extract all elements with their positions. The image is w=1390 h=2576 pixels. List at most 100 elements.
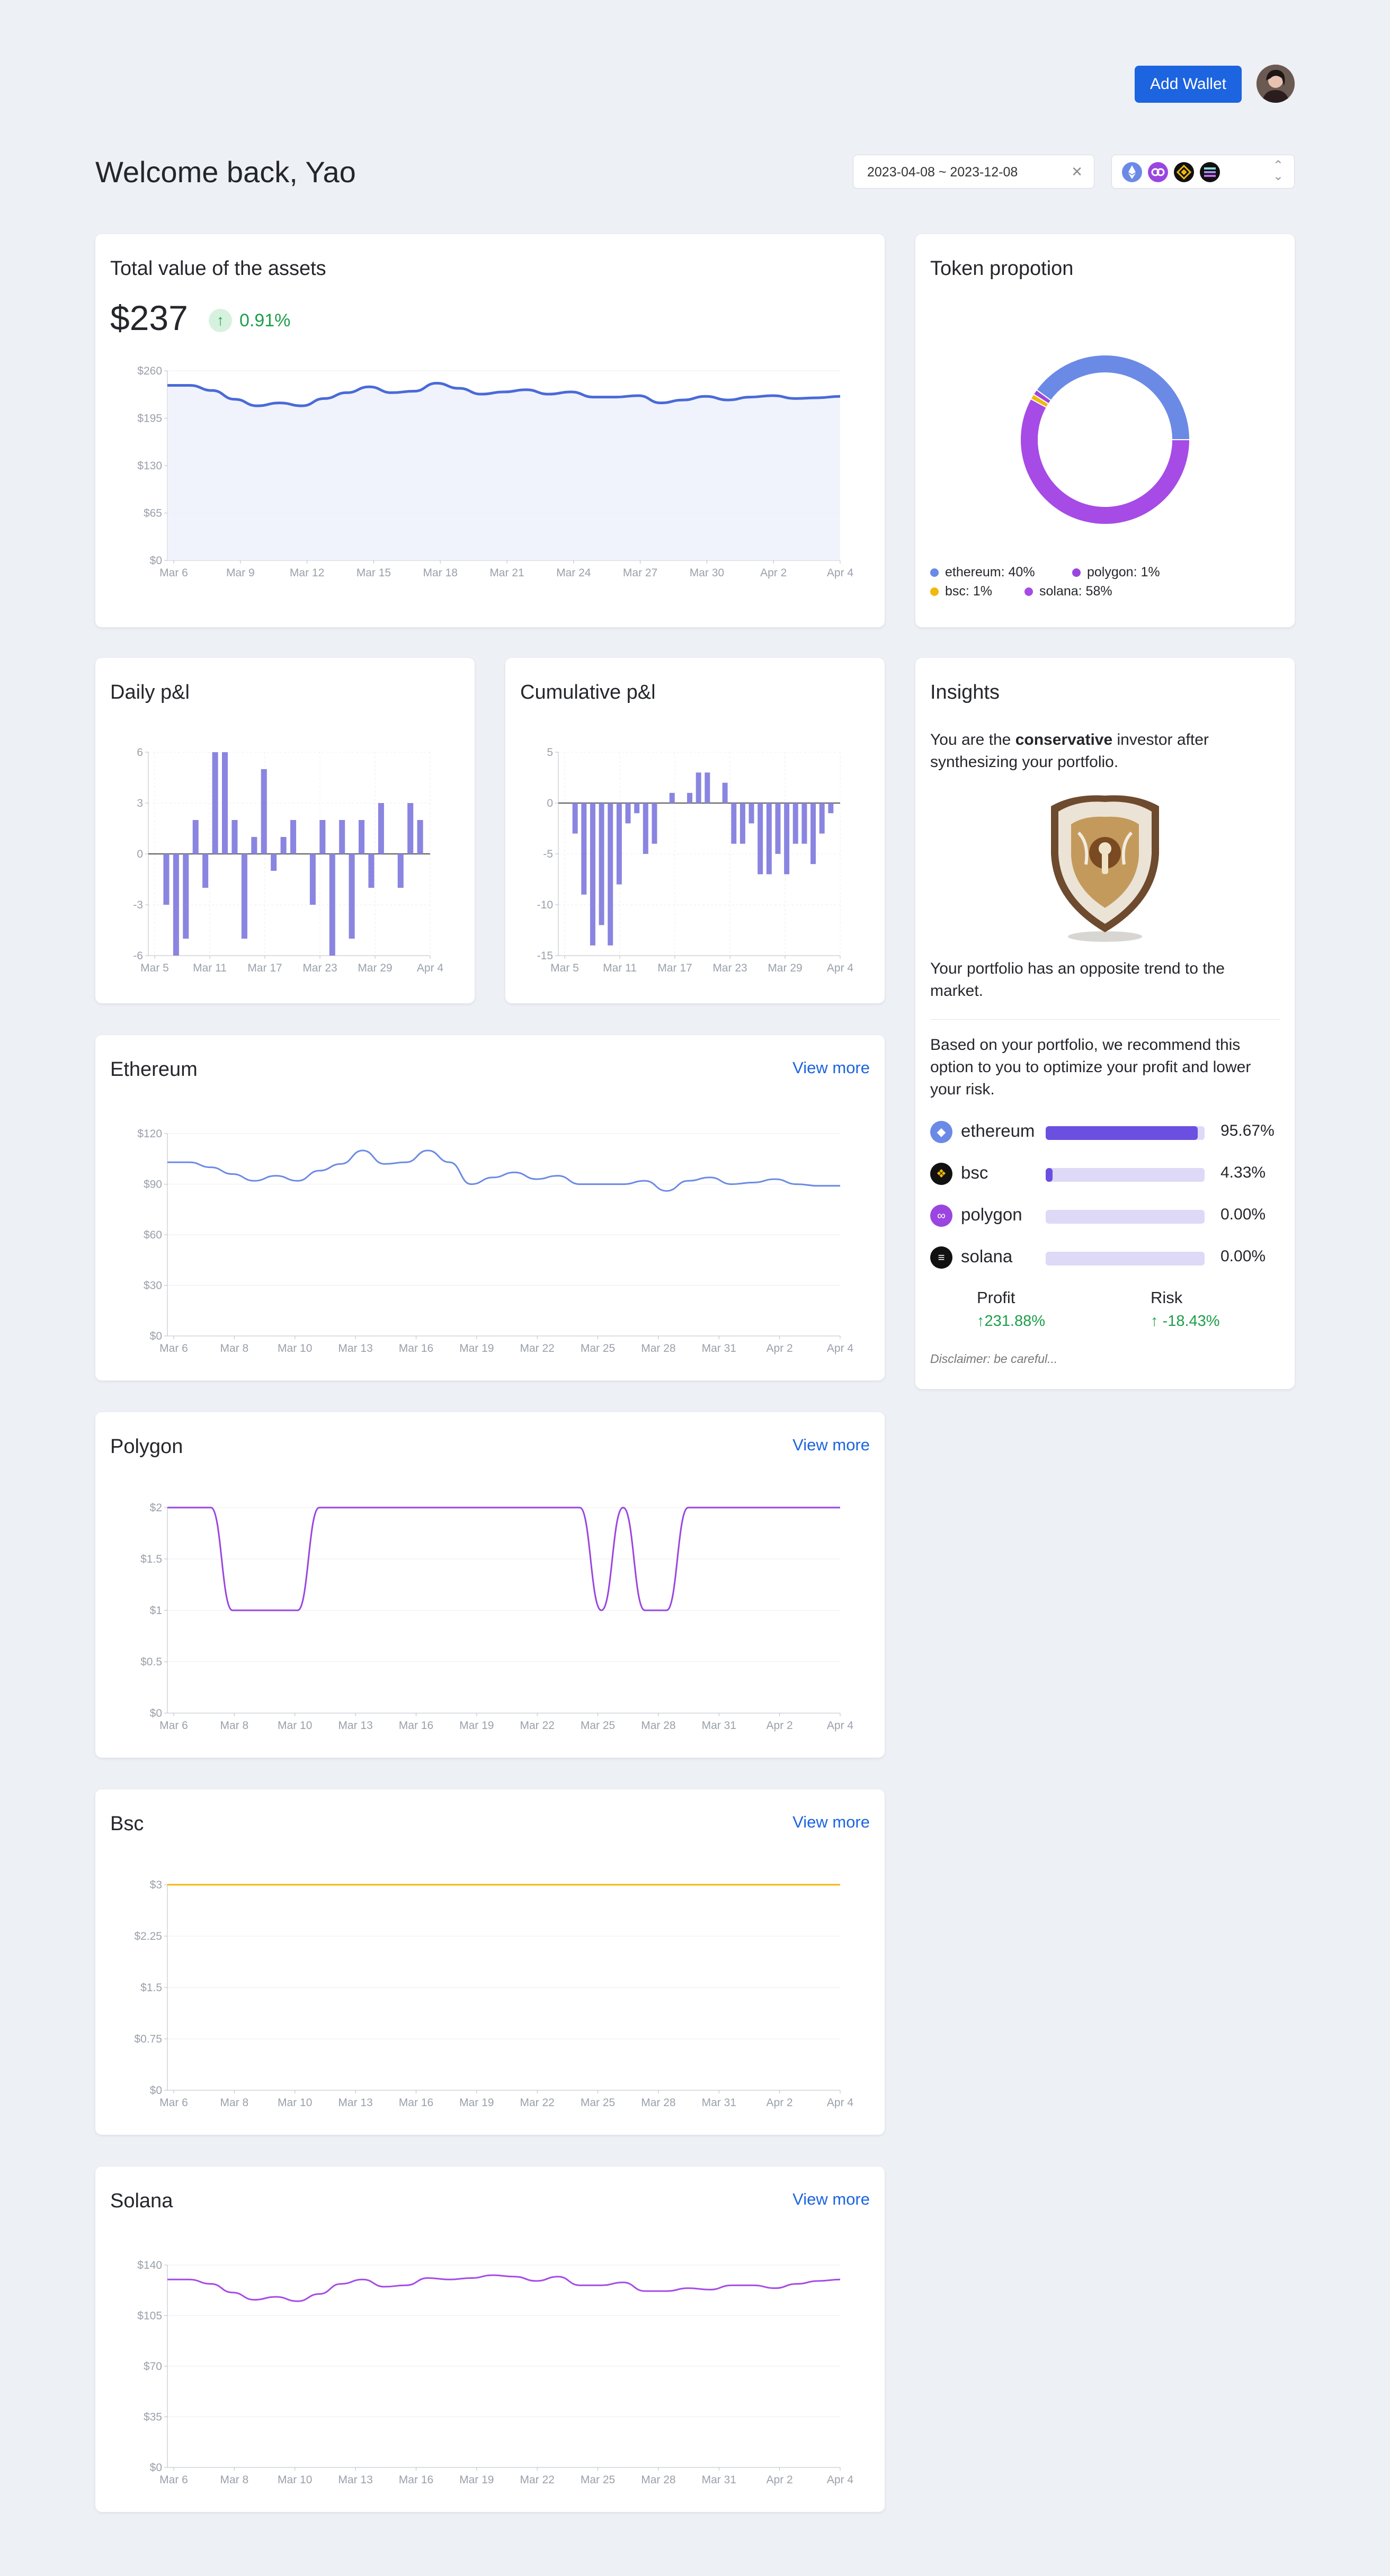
bar [241,854,247,939]
legend-label: ethereum: 40% [945,565,1035,580]
y-tick-label: -6 [133,950,143,962]
legend-item: ethereum: 40% [930,565,1035,580]
daily-pl-chart: 6 3 0 -3 -6Mar 5 Mar 11 Mar 17 Mar 23 Mar 29 Apr … [133,746,443,974]
bsc-chart: $0 $0.75 $1.5 $2.25 $3 Mar 6 Mar 8 Mar 10 Mar 13… [134,1879,854,2109]
ethereum-view-more-link[interactable]: View more [792,1058,870,1077]
token-proportion-title: Token propotion [930,257,1074,280]
bar [397,854,404,888]
add-wallet-button[interactable]: Add Wallet [1135,66,1242,103]
area-fill [167,383,840,560]
bar [212,752,218,854]
y-tick-label: $30 [144,1280,162,1292]
x-tick-label: Mar 29 [358,962,392,974]
date-range-picker[interactable]: 2023-04-08 ~ 2023-12-08 × [853,155,1094,189]
y-tick-label: $0 [150,2084,162,2097]
bar [599,803,604,925]
x-tick-label: Mar 21 [489,567,524,579]
change-badge: ↑ 0.91% [209,307,290,334]
change-value: 0.91% [239,310,291,331]
arrow-up-icon: ↑ [209,309,232,332]
x-tick-label: Apr 4 [827,2474,854,2486]
x-tick-label: Apr 4 [827,2097,854,2109]
x-tick-label: Mar 25 [581,2474,615,2486]
bsc-view-more-link[interactable]: View more [792,1813,870,1832]
x-tick-label: Mar 19 [459,2474,494,2486]
x-tick-label: Mar 15 [357,567,391,579]
x-tick-label: Mar 28 [641,1342,675,1354]
y-tick-label: 6 [137,746,143,759]
bar [183,854,189,939]
x-tick-label: Mar 29 [768,962,802,974]
x-tick-label: Mar 11 [603,962,637,974]
bar [417,820,423,854]
x-tick-label: Mar 6 [159,1719,188,1732]
x-tick-label: Apr 2 [767,2097,793,2109]
y-tick-label: $0 [150,1707,162,1719]
polygon-title: Polygon [110,1436,183,1458]
insights-card: Insights You are the conservative invest… [915,658,1295,1389]
clear-icon[interactable]: × [1072,162,1082,182]
y-tick-label: $0 [150,1330,162,1342]
bar [309,854,316,905]
bar [231,820,238,854]
bsc-icon: ❖ [930,1163,952,1185]
y-tick-label: $70 [144,2360,162,2373]
x-tick-label: Mar 19 [459,1719,494,1732]
solana-view-more-link[interactable]: View more [792,2190,870,2209]
allocation-value: 0.00% [1220,1206,1266,1223]
legend-label: solana: 58% [1039,584,1112,599]
bar [329,854,335,956]
y-tick-label: $3 [150,1879,162,1891]
bar [722,782,728,803]
y-tick-label: $90 [144,1179,162,1191]
bar [261,769,267,854]
bar [163,854,170,905]
y-tick-label: $105 [137,2310,162,2322]
y-tick-label: $2 [150,1502,162,1514]
solana-title: Solana [110,2190,173,2212]
avatar[interactable] [1257,65,1295,103]
bar [801,803,807,844]
x-tick-label: Mar 9 [226,567,255,579]
polygon-view-more-link[interactable]: View more [792,1436,870,1455]
insights-title: Insights [930,681,1000,703]
y-tick-label: $0.75 [134,2033,162,2045]
ethereum-icon: ◆ [930,1121,952,1143]
x-tick-label: Mar 16 [399,1719,433,1732]
legend-item: bsc: 1% [930,584,992,599]
allocation-bar [1046,1168,1205,1182]
y-tick-label: 5 [547,746,553,759]
legend-dot [930,568,939,577]
x-tick-label: Apr 2 [767,2474,793,2486]
token-multiselect[interactable]: ⌃ ⌄ [1111,155,1295,189]
recommendation-name: ethereum [961,1121,1035,1140]
x-tick-label: Mar 22 [520,1719,555,1732]
y-tick-label: $0 [150,2462,162,2474]
bar [696,772,701,803]
allocation-bar [1046,1126,1205,1140]
bar [192,820,199,854]
x-tick-label: Mar 6 [159,1342,188,1354]
token-proportion-card: Token propotion ethereum: 40% polygon: 1%… [915,234,1295,627]
y-tick-label: $1 [150,1605,162,1617]
pie-slice-solana[interactable] [1020,398,1191,525]
x-tick-label: Apr 4 [827,962,854,974]
bar [731,803,737,844]
x-tick-label: Apr 4 [827,567,854,579]
solana-card: Solana View more $0 $35 $70 $105 $140 Mar 6 Ma… [95,2167,885,2512]
bar [407,803,414,854]
pie-slice-ethereum[interactable] [1036,354,1191,440]
total-value-amount: $237 [110,298,188,337]
bar [608,803,613,946]
y-tick-label: -15 [537,950,553,962]
bar [828,803,834,814]
polygon-icon: ∞ [930,1205,952,1227]
y-tick-label: $260 [137,365,162,377]
x-tick-label: Mar 31 [702,2097,736,2109]
y-tick-label: $2.25 [134,1930,162,1942]
chevron-updown-icon: ⌃ ⌄ [1272,158,1284,183]
x-tick-label: Mar 16 [399,2097,433,2109]
investor-type-pre: You are the [930,731,1015,748]
x-tick-label: Apr 4 [827,1719,854,1732]
legend-dot [930,587,939,596]
